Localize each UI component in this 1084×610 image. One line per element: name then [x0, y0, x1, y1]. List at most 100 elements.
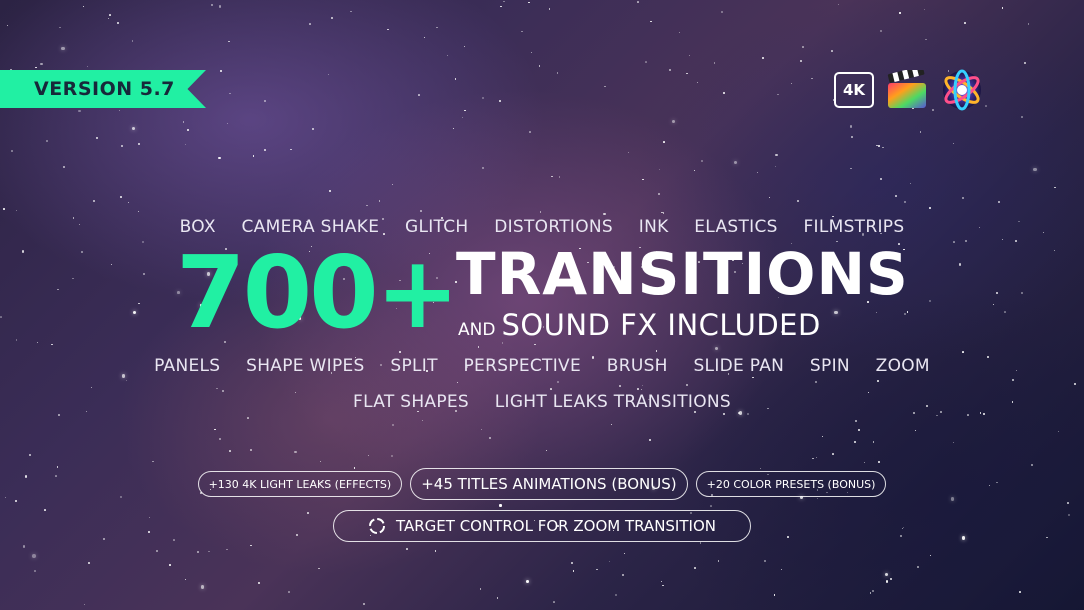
star: [489, 437, 492, 440]
final-cut-pro-icon: [887, 70, 926, 108]
tag: FILMSTRIPS: [803, 217, 905, 237]
star: [143, 272, 146, 275]
resolution-label: 4K: [842, 81, 866, 99]
star: [756, 171, 759, 174]
tag: DISTORTIONS: [494, 217, 614, 237]
star: [59, 26, 61, 29]
star: [219, 69, 222, 72]
star: [929, 300, 932, 303]
star: [550, 175, 553, 178]
star: [713, 61, 716, 64]
star: [1014, 240, 1017, 243]
star: [318, 567, 320, 570]
star: [387, 28, 389, 30]
star: [148, 516, 151, 519]
star: [787, 536, 790, 538]
subtitle-rest: SOUND FX INCLUDED: [501, 308, 821, 342]
star: [1067, 502, 1069, 505]
star: [777, 93, 779, 95]
star: [6, 25, 9, 27]
star: [454, 78, 457, 80]
star: [709, 505, 712, 508]
star: [614, 593, 617, 596]
star: [320, 460, 322, 462]
star: [917, 566, 920, 569]
star: [214, 428, 216, 431]
star: [694, 170, 696, 172]
star: [979, 412, 982, 414]
star: [595, 568, 598, 571]
star: [668, 68, 671, 71]
star: [965, 239, 968, 242]
star: [51, 343, 53, 346]
star: [869, 591, 872, 594]
star: [186, 128, 189, 131]
star: [464, 109, 466, 112]
star: [31, 554, 36, 558]
star: [964, 22, 967, 25]
star: [1023, 62, 1026, 65]
star: [637, 387, 639, 390]
star: [350, 10, 352, 12]
star: [694, 567, 697, 570]
tag: SPLIT: [390, 356, 438, 376]
star: [148, 531, 151, 534]
star: [156, 549, 159, 552]
version-label: VERSION 5.7: [34, 78, 175, 100]
star: [111, 263, 113, 265]
star: [327, 73, 329, 75]
star: [962, 351, 965, 354]
star: [528, 1, 530, 3]
star: [86, 65, 88, 67]
star: [659, 169, 661, 171]
subtitle-and: AND: [458, 320, 496, 340]
star: [185, 144, 187, 146]
star: [720, 11, 723, 14]
star: [723, 92, 725, 94]
tag: FLAT SHAPES: [352, 392, 470, 412]
star: [863, 461, 865, 463]
star: [496, 597, 498, 599]
star: [418, 94, 420, 96]
star: [126, 379, 128, 381]
star: [780, 568, 783, 571]
star: [889, 577, 893, 580]
star: [1018, 591, 1021, 593]
target-icon: [369, 518, 385, 534]
star: [872, 590, 874, 592]
star: [499, 504, 502, 507]
star: [102, 538, 105, 541]
tag: PANELS: [154, 356, 221, 376]
star: [876, 380, 879, 382]
star: [747, 413, 750, 415]
star: [138, 302, 141, 305]
star: [35, 66, 37, 69]
star: [538, 65, 541, 67]
star: [482, 97, 485, 100]
star: [773, 594, 776, 596]
bonus-pill-color-presets: +20 COLOR PRESETS (BONUS): [695, 471, 887, 497]
star: [878, 460, 881, 463]
star: [294, 451, 297, 454]
star: [769, 196, 771, 198]
star: [78, 109, 81, 112]
star: [899, 534, 902, 537]
star: [131, 127, 135, 131]
star: [420, 210, 423, 213]
star: [882, 146, 884, 149]
tag: INK: [638, 217, 669, 237]
tag: SHAPE WIPES: [246, 356, 365, 376]
star: [619, 385, 622, 388]
feature-tags-top: BOX CAMERA SHAKE GLITCH DISTORTIONS INK …: [0, 217, 1084, 237]
star: [37, 341, 39, 344]
star: [733, 161, 737, 165]
star: [556, 381, 560, 384]
star: [226, 548, 228, 550]
star: [229, 450, 231, 452]
star: [995, 291, 999, 294]
star: [752, 377, 754, 379]
star: [928, 207, 931, 209]
bonus-pill-label: +45 TITLES ANIMATIONS (BONUS): [421, 475, 677, 493]
star: [696, 82, 699, 84]
star: [821, 435, 824, 438]
